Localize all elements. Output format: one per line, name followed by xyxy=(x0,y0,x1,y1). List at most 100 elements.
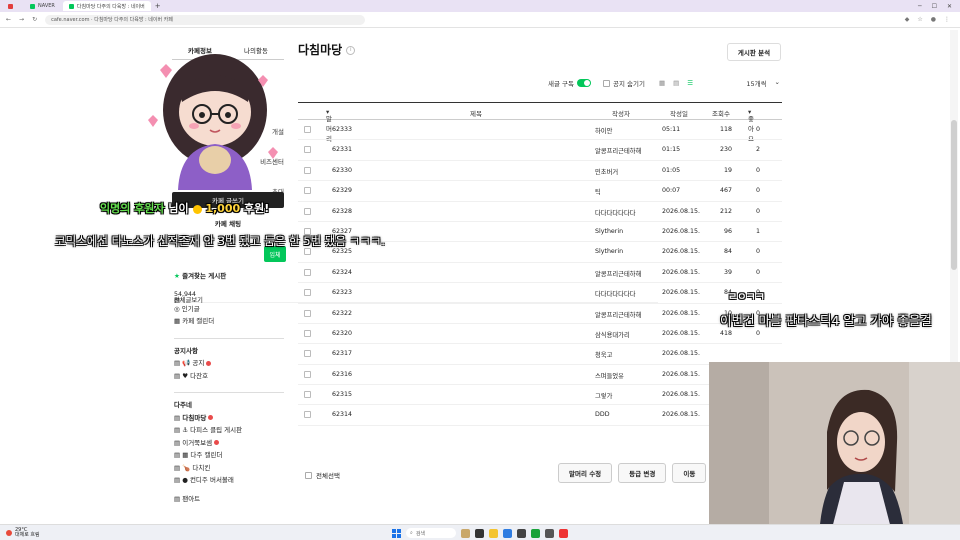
board-icon: ▤ xyxy=(174,438,183,447)
row-checkbox[interactable] xyxy=(304,268,311,276)
scrollbar-thumb[interactable] xyxy=(951,120,957,270)
row-checkbox[interactable] xyxy=(304,166,311,174)
file-explorer-icon[interactable] xyxy=(489,528,498,538)
post-author[interactable]: 다다다다다다다 xyxy=(595,208,657,217)
windows-start-icon[interactable] xyxy=(392,528,401,538)
forward-icon[interactable]: → xyxy=(19,16,24,23)
post-author[interactable]: 스며들었유 xyxy=(595,371,657,380)
hide-notice-label: 공지 숨기기 xyxy=(613,80,645,88)
taskbar-search[interactable]: ⌕ 검색 xyxy=(406,528,456,538)
card-view-icon[interactable]: ▤ xyxy=(673,79,679,87)
sidebar-item-dachicken[interactable]: ▤ 🍗 다치킨 xyxy=(174,462,284,475)
sidebar-item-condiju[interactable]: ▤ ● 컨디주 버서볼래 xyxy=(174,474,284,487)
tab-favicon-icon xyxy=(8,3,13,9)
row-checkbox[interactable] xyxy=(304,126,311,133)
store-icon[interactable] xyxy=(517,528,526,538)
sidebar-item-igeo[interactable]: ▤ 이거쭉보셈 xyxy=(174,437,284,450)
row-checkbox[interactable] xyxy=(304,207,311,215)
obs-app-icon[interactable] xyxy=(559,528,568,538)
table-row[interactable]: 62320[유머] 목로 된 롬 홀랜드 촬영 논란삼식용대가리2026.08.… xyxy=(298,324,782,345)
table-row[interactable]: 62322[타스트리머] 삼식) 애정형거인 아~ 다주었구나알콩프리근테하해2… xyxy=(298,304,782,324)
sidebar-item-dachim[interactable]: ▤ 다침마당 xyxy=(174,412,284,425)
post-number: 62320 xyxy=(332,329,353,337)
select-all-checkbox[interactable] xyxy=(305,471,312,479)
sidebar-item-daju-calendar[interactable]: ▤ ▦ 다주 캘린더 xyxy=(174,449,284,462)
post-author[interactable]: 틱 xyxy=(595,187,657,196)
sidebar-item-notice[interactable]: ▤ 📢 공지 xyxy=(174,357,284,370)
back-icon[interactable]: ← xyxy=(6,16,11,23)
table-row[interactable]: 62331[타스트리머] 캠핀 포셔) 포셔클라스~ 여기거든~알콩프리근테하해… xyxy=(298,140,782,161)
browser-tab-cafe[interactable]: 다침마당 다주의 다육방 : 네이버 xyxy=(62,1,151,11)
menu-icon[interactable]: ⋮ xyxy=(944,16,950,23)
spreadsheet-app-icon[interactable] xyxy=(531,528,540,538)
row-checkbox[interactable] xyxy=(304,350,311,358)
star-icon[interactable]: ☆ xyxy=(917,16,922,23)
post-author[interactable]: Slytherin xyxy=(595,248,657,255)
post-author[interactable]: 알콩프리근테하해 xyxy=(595,146,657,155)
subscribe-toggle[interactable] xyxy=(577,79,591,87)
post-author[interactable]: DDD xyxy=(595,411,657,418)
board-analysis-button[interactable]: 게시판 분석 xyxy=(727,43,781,61)
url-field[interactable]: cafe.naver.com · 다침마당 다주의 다육방 : 네이버 카페 xyxy=(45,14,366,25)
post-views: 467 xyxy=(719,187,732,195)
per-page-select[interactable]: 15개씩 ⌄ xyxy=(746,78,780,88)
browser-tab-naver[interactable]: NAVER xyxy=(24,1,61,11)
edge-browser-icon[interactable] xyxy=(503,528,512,538)
extension-icon[interactable]: ◆ xyxy=(905,16,910,23)
sidebar-item-fanart[interactable]: ▤ 팬아트 xyxy=(174,493,284,506)
sidebar-item-dapis-clip[interactable]: ▤ ⚓ 다피스 클립 게시판 xyxy=(174,424,284,437)
table-row[interactable]: 62330[유머] 마블 비천퀘스트 티저 공개민초버거01:05190 xyxy=(298,161,782,182)
widget-app-icon[interactable] xyxy=(461,528,470,538)
minimize-icon[interactable]: ─ xyxy=(918,3,922,10)
close-icon[interactable]: ✕ xyxy=(947,3,952,10)
row-checkbox[interactable] xyxy=(304,309,311,317)
new-tab-button[interactable]: + xyxy=(155,2,161,10)
row-checkbox[interactable] xyxy=(304,329,311,337)
browser-tab-1[interactable] xyxy=(2,1,22,11)
row-checkbox[interactable] xyxy=(304,187,311,195)
row-checkbox[interactable] xyxy=(304,289,311,297)
table-row[interactable]: 62329[타스트리머] 포셔 캠방송틱00:074670 xyxy=(298,181,782,202)
post-author[interactable]: 청욱고 xyxy=(595,350,657,359)
post-date: 05:11 xyxy=(662,126,681,133)
sidebar-item-dajanho[interactable]: ▤ ♥ 다잔호 xyxy=(174,370,284,383)
post-author[interactable]: 하이안 xyxy=(595,126,657,135)
move-button[interactable]: 이동 xyxy=(672,463,707,483)
app-icon[interactable] xyxy=(545,528,554,538)
edit-prefix-button[interactable]: 말머리 수정 xyxy=(558,463,613,483)
profile-icon[interactable]: ● xyxy=(931,16,936,23)
post-author[interactable]: Slytherin xyxy=(595,228,657,235)
post-views: 212 xyxy=(719,207,732,215)
row-checkbox[interactable] xyxy=(304,370,311,378)
table-row[interactable]: 62333[타스트리머] 삼식) 노필러?? 머리있으니까 모르겠어. 머리 안… xyxy=(298,120,782,141)
column-author: 작성자 xyxy=(612,110,630,118)
post-author[interactable]: 민초버거 xyxy=(595,167,657,176)
post-author[interactable]: 그렇가 xyxy=(595,391,657,400)
weather-widget[interactable]: 29°C 대체로 흐림 xyxy=(6,527,40,538)
post-author[interactable]: 삼식용대가리 xyxy=(595,330,657,339)
task-view-icon[interactable] xyxy=(475,528,484,538)
notice-header: 공지사항 xyxy=(174,337,284,358)
table-row[interactable]: 62323 뉴타뷰하는 장원영 미모다다다다다다다2026.08.15.840 xyxy=(298,283,782,304)
row-checkbox[interactable] xyxy=(304,411,311,419)
list-view-icon[interactable]: ☰ xyxy=(687,79,693,87)
reload-icon[interactable]: ↻ xyxy=(32,16,37,23)
post-author[interactable]: 알콩프리근테하해 xyxy=(595,269,657,278)
row-checkbox[interactable] xyxy=(304,146,311,154)
column-prefix[interactable]: 말머리 ▾ xyxy=(326,108,332,143)
table-row[interactable]: 62328[타스트리머] 엘라) 참겐만 ㅆㅍ 워라고???????? 유니) … xyxy=(298,202,782,222)
change-grade-button[interactable]: 등급 변경 xyxy=(618,463,667,483)
post-date: 2026.08.15. xyxy=(662,207,701,215)
grid-view-icon[interactable]: ▦ xyxy=(659,79,665,87)
post-author[interactable]: 알콩프리근테하해 xyxy=(595,310,657,319)
hide-notice-checkbox[interactable] xyxy=(603,79,610,87)
info-icon[interactable]: i xyxy=(346,46,356,55)
maximize-icon[interactable]: ☐ xyxy=(932,3,937,10)
row-checkbox[interactable] xyxy=(304,391,311,399)
table-row[interactable]: 62324 다주 인스스 업로드알콩프리근테하해2026.08.15.390 xyxy=(298,263,782,284)
select-all[interactable]: 전체선택 xyxy=(305,470,340,480)
post-author[interactable]: 다다다다다다다 xyxy=(595,289,657,298)
column-likes[interactable]: 좋아요 ▾ xyxy=(748,108,754,143)
cafe-chat-button[interactable]: 카페 채팅 xyxy=(172,218,284,230)
sidebar-item-calendar[interactable]: ▦ 카페 캘린더 xyxy=(174,315,284,328)
